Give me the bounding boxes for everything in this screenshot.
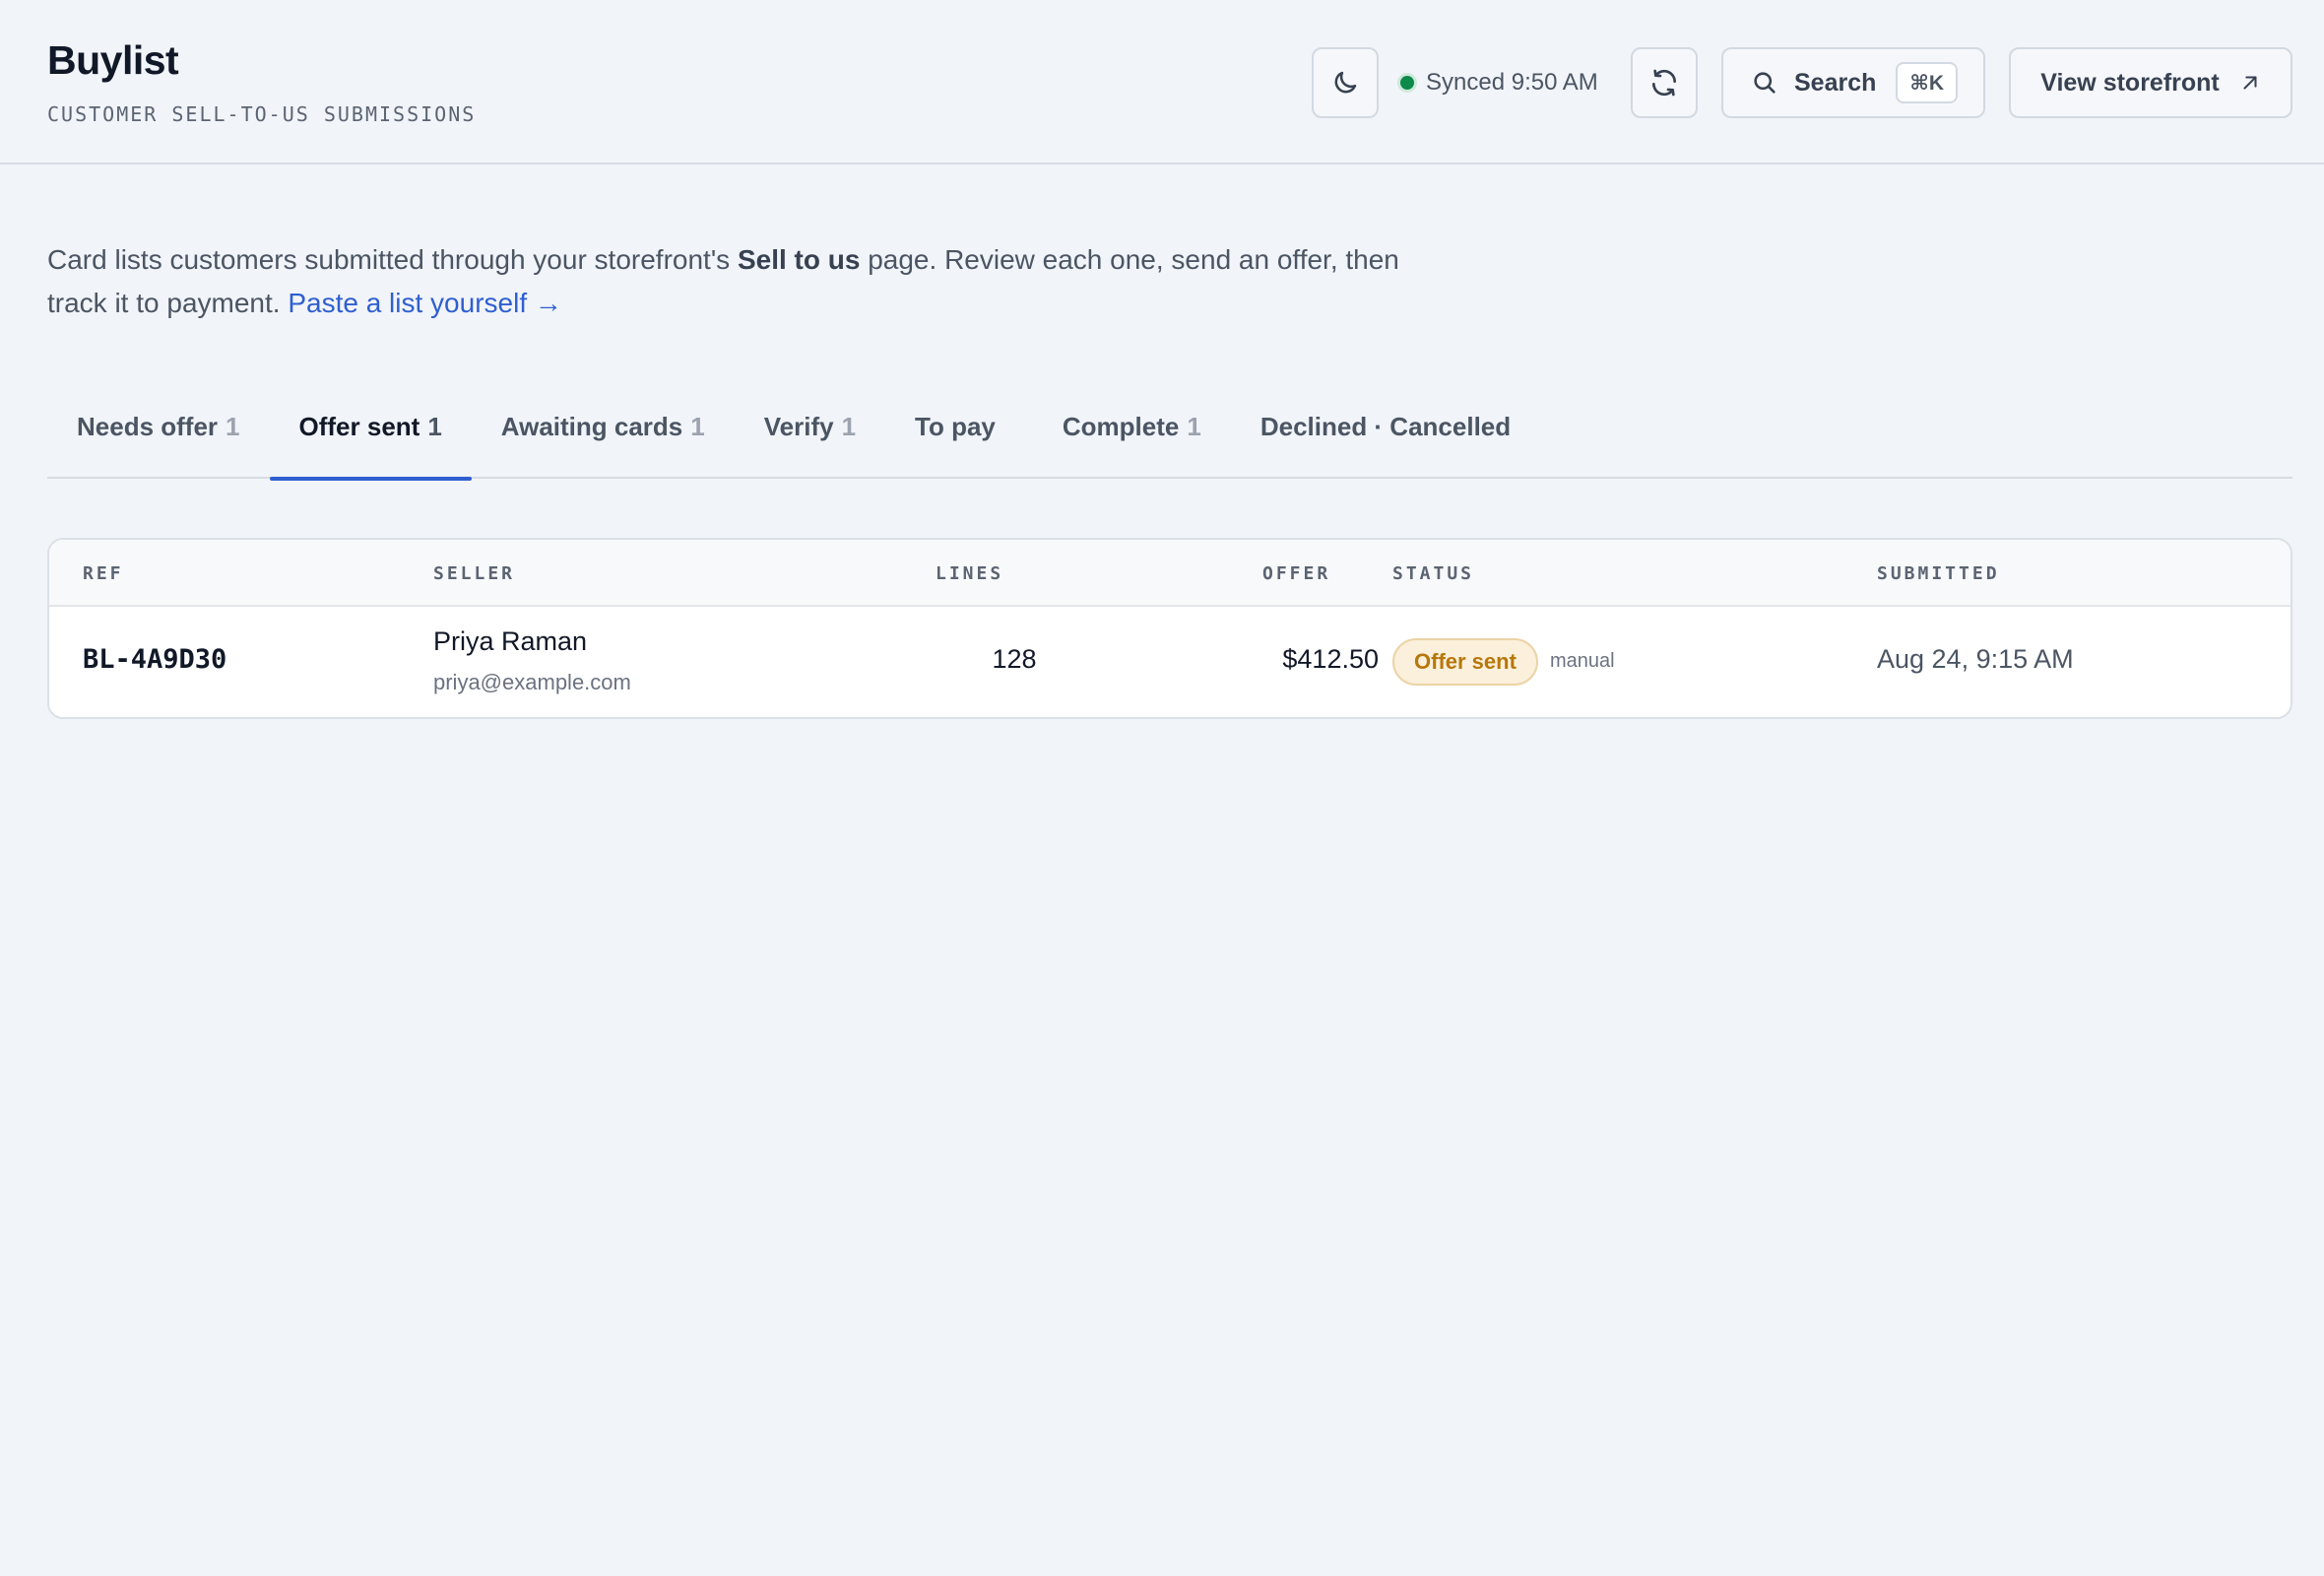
- table-row[interactable]: BL-4A9D30 Priya Raman priya@example.com …: [49, 607, 2291, 717]
- tab-count: 1: [1187, 412, 1201, 441]
- sync-status: Synced 9:50 AM: [1400, 63, 1598, 102]
- column-header-offer[interactable]: OFFER: [1262, 563, 1330, 584]
- column-header-seller[interactable]: SELLER: [433, 563, 515, 584]
- status-note: manual: [1550, 650, 1615, 672]
- row-offer: $412.50: [1282, 644, 1379, 674]
- search-icon: [1751, 69, 1778, 97]
- column-header-lines[interactable]: LINES: [936, 563, 1003, 584]
- tab-count: 1: [427, 412, 442, 441]
- tab-needs-offer[interactable]: Needs offer 1: [47, 392, 270, 479]
- tab-count: 1: [226, 412, 240, 441]
- tab-label: Declined · Cancelled: [1259, 412, 1512, 441]
- view-storefront-label: View storefront: [2040, 68, 2220, 97]
- tab-verify[interactable]: Verify 1: [735, 392, 885, 479]
- column-header-status[interactable]: STATUS: [1392, 563, 1474, 584]
- tab-label: Complete: [1062, 412, 1180, 441]
- tab-label: Awaiting cards: [500, 412, 683, 441]
- column-header-submitted[interactable]: SUBMITTED: [1877, 563, 2000, 584]
- status-badge: Offer sent: [1392, 638, 1538, 686]
- theme-toggle-button[interactable]: [1312, 47, 1379, 118]
- paste-list-link[interactable]: Paste a list yourself →: [288, 288, 562, 318]
- row-lines: 128: [992, 644, 1037, 674]
- tab-count: 1: [841, 412, 857, 441]
- sync-status-label: Synced 9:50 AM: [1426, 69, 1598, 96]
- status-tabs: Needs offer 1 Offer sent 1 Awaiting cards 1…: [47, 392, 2292, 481]
- tab-declined-cancelled[interactable]: Declined · Cancelled: [1231, 392, 1548, 479]
- arrow-up-right-icon: [2239, 72, 2261, 94]
- tab-to-pay[interactable]: To pay: [885, 392, 1033, 479]
- tab-count: 1: [690, 412, 705, 441]
- intro-text-before: Card lists customers submitted through y…: [47, 244, 738, 275]
- tab-label: To pay: [915, 412, 996, 441]
- sync-dot-icon: [1400, 76, 1414, 90]
- tab-label: Needs offer: [77, 412, 219, 441]
- moon-icon: [1330, 68, 1360, 98]
- column-header-ref[interactable]: REF: [83, 563, 124, 584]
- submissions-table: REF SELLER LINES OFFER STATUS SUBMITTED …: [47, 538, 2292, 719]
- tab-offer-sent[interactable]: Offer sent 1: [269, 392, 473, 481]
- tab-complete[interactable]: Complete 1: [1033, 392, 1231, 479]
- tab-label: Verify: [763, 412, 834, 441]
- page-header: Buylist CUSTOMER SELL-TO-US SUBMISSIONS …: [0, 0, 2324, 164]
- row-ref: BL-4A9D30: [83, 644, 227, 675]
- search-label: Search: [1794, 68, 1877, 97]
- tab-label: Offer sent: [298, 412, 420, 441]
- row-seller-email: priya@example.com: [433, 670, 631, 694]
- row-submitted: Aug 24, 9:15 AM: [1877, 644, 2074, 674]
- intro-emphasis: Sell to us: [737, 244, 861, 275]
- table-header: REF SELLER LINES OFFER STATUS SUBMITTED: [49, 540, 2291, 607]
- refresh-button[interactable]: [1631, 47, 1698, 118]
- page-title: Buylist: [47, 37, 179, 83]
- search-shortcut: ⌘K: [1896, 62, 1959, 103]
- refresh-icon: [1648, 67, 1680, 98]
- intro-text: Card lists customers submitted through y…: [47, 238, 1446, 325]
- tab-awaiting-cards[interactable]: Awaiting cards 1: [472, 392, 735, 479]
- view-storefront-button[interactable]: View storefront: [2009, 47, 2292, 118]
- search-button[interactable]: Search ⌘K: [1721, 47, 1985, 118]
- row-seller-name: Priya Raman: [433, 626, 588, 656]
- page-subtitle: CUSTOMER SELL-TO-US SUBMISSIONS: [47, 102, 477, 126]
